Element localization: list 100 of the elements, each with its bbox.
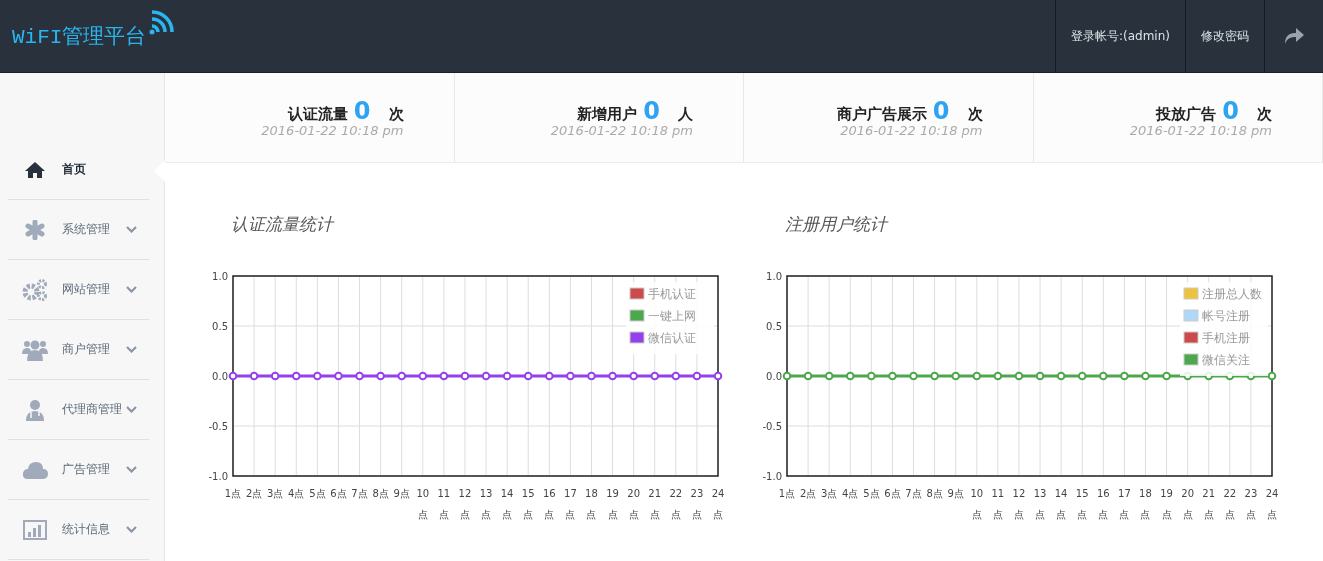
y-tick-label: -1.0 [208,471,228,482]
x-tick-label: 22点 [669,488,683,520]
x-tick-label: 24点 [1265,488,1279,520]
gears-icon [22,278,48,301]
stat-label: 认证流量 [287,105,348,124]
y-tick-label: 1.0 [766,271,782,282]
stat-unit: 人 [678,105,693,124]
y-tick-label: 0.5 [766,321,782,332]
stat-timestamp: 2016-01-22 10:18 pm [261,123,404,138]
stat-timestamp: 2016-01-22 10:18 pm [550,123,693,138]
x-tick-label: 15点 [521,488,535,520]
x-tick-label: 21点 [1202,488,1216,520]
stat-value: 0 [643,97,660,125]
stat-unit: 次 [1257,105,1272,124]
x-tick-label: 8点 [372,488,389,499]
stat-value: 0 [353,97,371,125]
y-tick-label: 0.5 [212,321,228,332]
x-tick-label: 19点 [606,488,619,520]
legend-label: 注册总人数 [1202,287,1262,301]
x-tick-label: 13点 [1033,488,1047,520]
x-tick-label: 12点 [1012,488,1026,520]
x-tick-label: 24点 [711,488,725,520]
x-tick-label: 6点 [330,488,347,499]
x-tick-label: 10点 [416,488,430,520]
x-tick-label: 3点 [267,488,284,499]
doctor-icon [25,398,45,421]
legend-label: 微信认证 [648,331,696,345]
legend-label: 微信关注 [1202,353,1250,367]
sidebar-item[interactable]: 首页 [8,140,149,200]
legend-label: 帐号注册 [1202,309,1250,323]
y-tick-label: -0.5 [208,421,228,432]
stat-timestamp: 2016-01-22 10:18 pm [1129,123,1272,138]
legend-label: 手机注册 [1202,331,1250,345]
cloud-icon [22,460,48,479]
x-tick-label: 2点 [799,488,817,499]
legend-label: 手机认证 [648,287,696,301]
stat-timestamp: 2016-01-22 10:18 pm [840,123,983,138]
x-tick-label: 21点 [648,488,662,520]
x-tick-label: 23点 [690,488,704,520]
y-tick-label: -0.5 [762,421,782,432]
x-tick-label: 16点 [1096,488,1110,520]
chart-title: 注册用户统计 [785,213,890,236]
sidebar-item[interactable]: 代理商管理 [8,380,149,440]
x-tick-label: 11点 [437,488,451,520]
x-tick-label: 6点 [884,488,901,499]
x-tick-label: 4点 [288,488,305,499]
x-tick-label: 22点 [1223,488,1237,520]
bar-chart-icon [23,519,47,540]
x-tick-label: 3点 [821,488,838,499]
x-tick-label: 5点 [863,488,880,499]
sidebar-item[interactable]: 统计信息 [8,500,149,560]
x-tick-label: 13点 [479,488,493,520]
y-tick-label: 0.0 [766,371,782,382]
x-tick-label: 9点 [393,488,410,499]
x-tick-label: 20点 [1181,488,1194,520]
account-link[interactable]: 登录帐号:(admin) [1055,0,1185,72]
x-tick-label: 10点 [970,488,984,520]
x-tick-label: 12点 [458,488,472,520]
stat-unit: 次 [388,105,404,124]
chart-title: 认证流量统计 [231,213,336,236]
x-tick-label: 4点 [842,488,859,499]
x-tick-label: 14点 [1054,488,1068,520]
stat-label: 商户广告展示 [836,105,927,124]
x-tick-label: 16点 [542,488,556,520]
x-tick-label: 2点 [245,488,263,499]
stat-value: 0 [932,97,950,125]
x-tick-label: 5点 [309,488,326,499]
x-tick-label: 18点 [585,488,598,520]
x-tick-label: 17点 [564,488,577,520]
sidebar-item[interactable]: 商户管理 [8,320,149,380]
stat-label: 新增用户 [577,105,638,124]
curved-arrow-icon [1283,26,1305,46]
change-password-link[interactable]: 修改密码 [1185,0,1264,72]
x-tick-label: 7点 [905,488,922,499]
x-tick-label: 9点 [947,488,964,499]
sidebar-item[interactable]: 广告管理 [8,440,149,500]
stat-value: 0 [1222,97,1239,125]
y-tick-label: 0.0 [212,371,228,382]
y-tick-label: -1.0 [762,471,782,482]
x-tick-label: 7点 [351,488,368,499]
y-tick-label: 1.0 [212,271,228,282]
x-tick-label: 19点 [1160,488,1173,520]
sidebar-item[interactable]: 网站管理 [8,260,149,320]
x-tick-label: 17点 [1118,488,1131,520]
stat-unit: 次 [967,105,983,124]
legend-label: 一键上网 [648,309,696,323]
x-tick-label: 20点 [627,488,640,520]
x-tick-label: 15点 [1075,488,1089,520]
x-tick-label: 1点 [224,488,242,499]
x-tick-label: 23点 [1244,488,1258,520]
x-tick-label: 18点 [1139,488,1152,520]
x-tick-label: 8点 [926,488,943,499]
x-tick-label: 14点 [500,488,514,520]
x-tick-label: 1点 [778,488,796,499]
stat-label: 投放广告 [1156,105,1217,124]
users-icon [22,338,48,361]
app-logo: WiFI管理平台 [12,25,147,50]
asterisk-icon [25,219,45,240]
home-icon [24,160,46,179]
sidebar-item[interactable]: 系统管理 [8,200,149,260]
